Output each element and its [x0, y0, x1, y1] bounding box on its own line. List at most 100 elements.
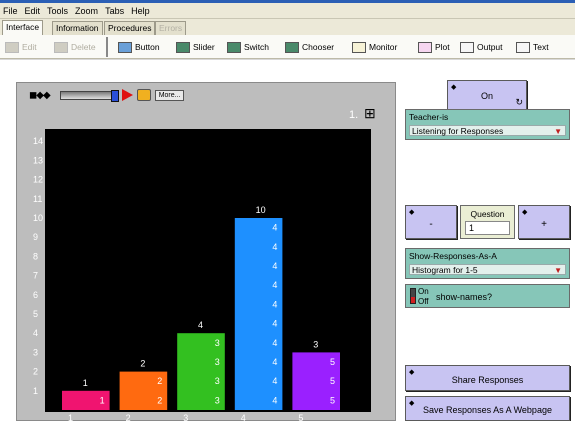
bar-response-label: 4	[272, 338, 277, 348]
text-widget-icon	[516, 41, 530, 53]
trash-icon	[54, 41, 68, 53]
bar-response-label: 5	[330, 376, 335, 386]
question-value: 1	[465, 221, 510, 235]
teacher-chooser-value: Listening for Responses ▼	[409, 125, 566, 136]
y-tick-label: 1	[33, 386, 38, 396]
dropdown-arrow-icon: ▼	[554, 127, 562, 136]
tab-procedures[interactable]: Procedures	[104, 21, 156, 35]
x-tick-label: 1	[68, 413, 73, 421]
interface-area: ◼◆◆ More... 1. ⊞ 1 2 3 4 5 6 7 8 9 10 11 12 13 14 1 2 3 4…	[0, 60, 575, 421]
teacher-chooser[interactable]: Teacher-is Listening for Responses ▼	[405, 109, 570, 140]
edit-tool: Edit	[5, 39, 37, 55]
slider-widget-icon	[176, 41, 190, 53]
bar-response-label: 4	[272, 223, 277, 233]
bar-response-label: 4	[272, 395, 277, 405]
switch-off-label: Off	[418, 297, 429, 306]
monitor-widget-icon	[352, 41, 366, 53]
world-view: 1 2 3 4 5 6 7 8 9 10 11 12 13 14 1 2 3 4 5 1 1 2 2 2 4 3 3 3 3 10 4 4 4 4…	[33, 129, 371, 421]
y-tick-label: 6	[33, 290, 38, 300]
previous-question-button[interactable]: ◆ -	[405, 205, 457, 239]
text-tool[interactable]: Text	[516, 39, 549, 55]
bar-response-label: 4	[272, 299, 277, 309]
y-tick-label: 7	[33, 271, 38, 281]
bar-value-label: 10	[256, 205, 266, 215]
menu-zoom[interactable]: Zoom	[75, 6, 98, 16]
y-tick-label: 14	[33, 136, 43, 146]
menu-edit[interactable]: Edit	[25, 6, 41, 16]
bar-response-label: 4	[272, 319, 277, 329]
menu-tools[interactable]: Tools	[47, 6, 68, 16]
menu-file[interactable]: File	[3, 6, 18, 16]
x-tick-label: 3	[183, 413, 188, 421]
show-responses-chooser[interactable]: Show-Responses-As-A Histogram for 1-5 ▼	[405, 248, 570, 279]
histogram-chart: 12345678910111213141 2 3 4 51122243333104444…	[33, 136, 340, 421]
pencil-icon	[5, 41, 19, 53]
question-monitor: Question 1	[460, 205, 515, 239]
share-responses-button[interactable]: ◆ Share Responses	[405, 365, 570, 391]
delete-tool: Delete	[54, 39, 96, 55]
y-tick-label: 3	[33, 347, 38, 357]
x-tick-label: 4	[241, 413, 246, 421]
bar-value-label: 4	[198, 320, 203, 330]
dropdown-arrow-icon: ▼	[554, 266, 562, 275]
switch-tool[interactable]: Switch	[227, 39, 269, 55]
bar-value-label: 2	[140, 359, 145, 369]
monitor-tool[interactable]: Monitor	[352, 39, 397, 55]
bar-response-label: 2	[157, 395, 162, 405]
y-tick-label: 5	[33, 309, 38, 319]
bar-response-label: 4	[272, 357, 277, 367]
bar-response-label: 3	[215, 395, 220, 405]
menu-bar: File Edit Tools Zoom Tabs Help	[0, 3, 575, 19]
plot-widget-icon	[418, 41, 432, 53]
toolbar-separator	[106, 37, 108, 57]
tab-information[interactable]: Information	[52, 21, 103, 35]
bar-response-label: 2	[157, 376, 162, 386]
bar-response-label: 3	[215, 376, 220, 386]
button-tool[interactable]: Button	[118, 39, 160, 55]
bar-response-label: 3	[215, 357, 220, 367]
output-widget-icon	[460, 41, 474, 53]
chooser-tool[interactable]: Chooser	[285, 39, 334, 55]
bar-value-label: 3	[313, 339, 318, 349]
y-tick-label: 9	[33, 232, 38, 242]
show-responses-chooser-value: Histogram for 1-5 ▼	[409, 264, 566, 275]
bar-response-label: 5	[330, 395, 335, 405]
y-tick-label: 13	[33, 155, 43, 165]
forever-loop-icon: ↻	[515, 97, 523, 107]
bar-response-label: 4	[272, 261, 277, 271]
bar-value-label: 1	[83, 378, 88, 388]
tab-interface[interactable]: Interface	[2, 20, 44, 35]
switch-widget-icon	[227, 41, 241, 53]
switch-on-label: On	[418, 287, 429, 296]
on-button[interactable]: ◆ On ↻	[447, 80, 527, 110]
y-tick-label: 10	[33, 213, 43, 223]
next-question-button[interactable]: ◆ +	[518, 205, 570, 239]
bar-response-label: 4	[272, 280, 277, 290]
plot-tool[interactable]: Plot	[418, 39, 450, 55]
y-tick-label: 8	[33, 251, 38, 261]
switch-label: show-names?	[436, 292, 493, 302]
save-responses-button[interactable]: ◆ Save Responses As A Webpage	[405, 396, 570, 421]
show-names-switch[interactable]: On Off show-names?	[405, 284, 570, 308]
toolbar: Edit Delete Button Slider Switch Chooser…	[0, 35, 575, 59]
slider-tool[interactable]: Slider	[176, 39, 215, 55]
tab-bar: Interface Information Procedures Errors	[0, 19, 575, 35]
y-tick-label: 4	[33, 328, 38, 338]
forever-dot-icon: ◆	[451, 84, 457, 91]
y-tick-label: 11	[33, 194, 42, 204]
chooser-widget-icon	[285, 41, 299, 53]
menu-tabs[interactable]: Tabs	[105, 6, 124, 16]
switch-toggle[interactable]	[410, 288, 416, 304]
bar-response-label: 3	[215, 338, 220, 348]
bar-response-label: 4	[272, 242, 277, 252]
y-tick-label: 12	[33, 175, 43, 185]
bar-response-label: 1	[100, 395, 105, 405]
output-tool[interactable]: Output	[460, 39, 503, 55]
view-panel: ◼◆◆ More... 1. ⊞ 1 2 3 4 5 6 7 8 9 10 11 12 13 14 1 2 3 4…	[16, 82, 396, 421]
forever-dot-icon: ◆	[522, 209, 528, 216]
x-tick-label: 5	[298, 413, 303, 421]
menu-help[interactable]: Help	[131, 6, 150, 16]
forever-dot-icon: ◆	[409, 209, 415, 216]
tab-errors: Errors	[155, 21, 187, 35]
x-tick-label: 2	[126, 413, 131, 421]
